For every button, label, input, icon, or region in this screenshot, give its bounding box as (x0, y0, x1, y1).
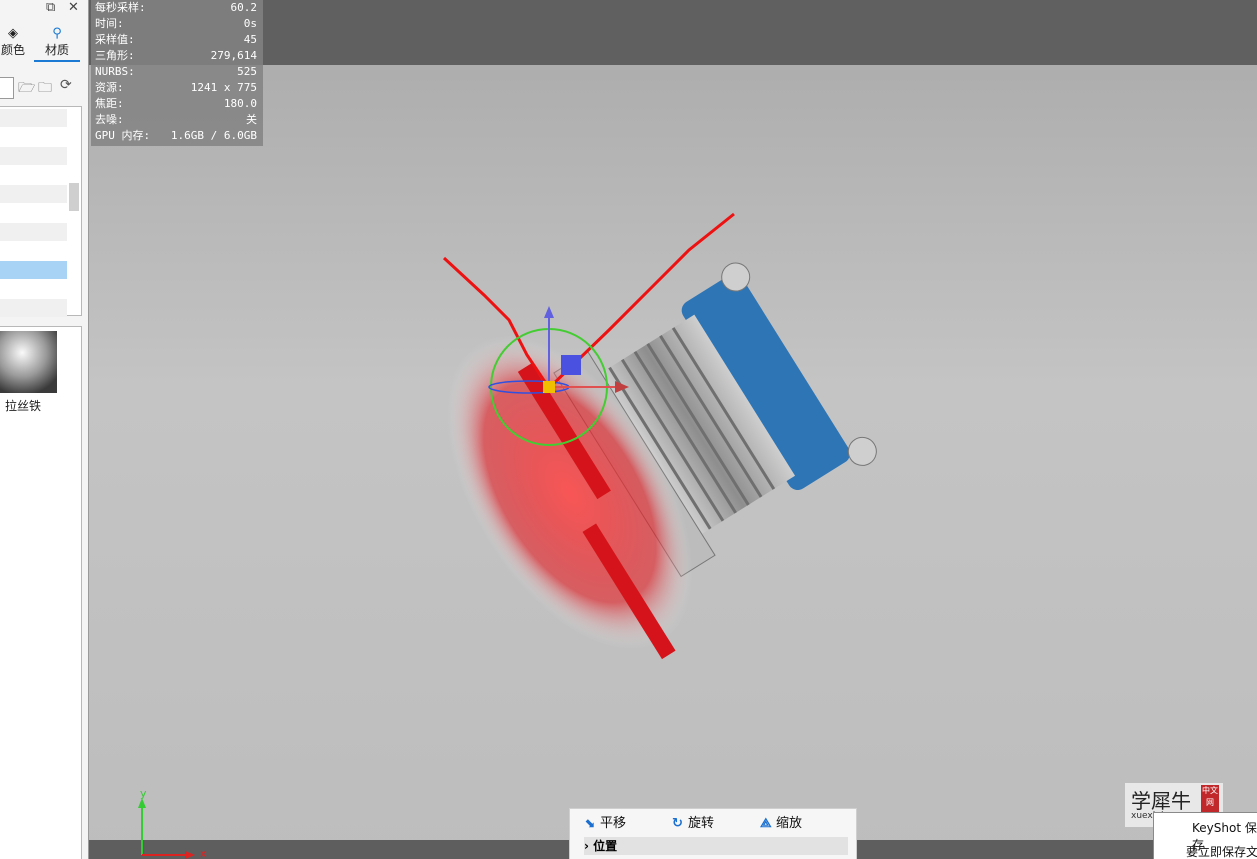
stat-value: 525 (237, 65, 257, 78)
world-axis-indicator: y x (138, 787, 207, 859)
stat-label: GPU 内存: (95, 129, 151, 142)
paint-bucket-icon: ◈ (8, 26, 18, 41)
render-stats-overlay: 每秒采样: 60.2 时间: 0s 采样值: 45 三角形: 279,614 NURBS… (91, 0, 263, 146)
gizmo-up-arrow[interactable] (544, 306, 554, 318)
material-thumbnails: 拉丝铁 (0, 326, 82, 859)
gizmo-plane-handle[interactable] (561, 355, 581, 375)
axis-x-label: x (200, 847, 207, 859)
stat-value: 关 (246, 113, 257, 126)
list-item[interactable] (0, 185, 67, 203)
stat-row: 资源: 1241 x 775 (91, 80, 263, 96)
stat-value: 60.2 (230, 1, 258, 14)
close-icon[interactable]: ✕ (68, 0, 79, 15)
material-thumbnail[interactable] (0, 331, 57, 393)
stat-value: 180.0 (223, 97, 257, 110)
stat-label: 时间: (95, 17, 124, 30)
stat-row: GPU 内存: 1.6GB / 6.0GB (91, 128, 263, 144)
list-scrollbar[interactable] (69, 183, 79, 211)
watermark-title: 学犀牛 (1131, 789, 1191, 813)
list-item[interactable] (0, 147, 67, 165)
library-folder-list[interactable] (0, 106, 82, 317)
axis-y-label: y (140, 787, 147, 800)
scene-render[interactable]: y x (89, 0, 1257, 859)
tab-color-label: 颜色 (0, 43, 25, 57)
stat-row: 时间: 0s (91, 16, 263, 32)
stat-value: 1241 x 775 (190, 81, 257, 94)
stat-label: 焦距: (95, 97, 124, 110)
stat-label: NURBS: (95, 65, 135, 78)
stat-value: 0s (243, 17, 257, 30)
stat-row: 焦距: 180.0 (91, 96, 263, 112)
translate-button[interactable]: ⬊ 平移 (584, 815, 626, 833)
stat-label: 三角形: (95, 49, 135, 62)
dialog-message: 要立即保存文 (1186, 845, 1257, 859)
keyshot-save-dialog: KeyShot 保存 要立即保存文 (1153, 812, 1257, 859)
tab-material-label: 材质 (44, 43, 69, 57)
chevron-right-icon: › (584, 839, 589, 853)
list-item[interactable] (0, 109, 67, 127)
render-viewport[interactable]: y x 每秒采样: 60.2 时间: 0s 采样值: 45 三角形: 279,614 N… (89, 0, 1257, 859)
stat-value: 1.6GB / 6.0GB (170, 129, 257, 142)
refresh-icon[interactable]: ⟳ (60, 77, 72, 93)
position-label: 位置 (593, 839, 618, 853)
tab-material[interactable]: ⚲ 材质 (34, 26, 80, 62)
stat-row: NURBS: 525 (91, 64, 263, 80)
rotate-icon: ↻ (672, 816, 683, 831)
stat-value: 279,614 (210, 49, 257, 62)
rotate-label: 旋转 (688, 816, 715, 831)
position-section-header[interactable]: › 位置 (584, 837, 848, 855)
list-item[interactable] (0, 299, 67, 317)
library-panel: ⧉ ✕ ◈ 颜色 ⚲ 材质 🗁 🗀 ⟳ 拉丝铁 (0, 0, 89, 859)
terminal-screw-bottom (847, 436, 877, 466)
list-item-selected[interactable] (0, 261, 67, 279)
library-search-input[interactable] (0, 77, 14, 99)
remove-folder-icon[interactable]: 🗀 (38, 77, 52, 101)
stat-value: 45 (243, 33, 257, 46)
stat-label: 采样值: (95, 33, 135, 46)
stat-row: 去噪: 关 (91, 112, 263, 128)
panel-window-controls: ⧉ ✕ (46, 0, 86, 16)
translate-label: 平移 (600, 816, 627, 831)
add-folder-icon[interactable]: 🗁 (18, 77, 35, 101)
restore-icon[interactable]: ⧉ (46, 0, 55, 15)
stat-label: 资源: (95, 81, 124, 94)
stat-label: 每秒采样: (95, 1, 146, 14)
scale-button[interactable]: ⟁ 缩放 (760, 815, 802, 833)
rotate-button[interactable]: ↻ 旋转 (672, 815, 714, 833)
stat-label: 去噪: (95, 113, 124, 126)
scale-label: 缩放 (776, 816, 803, 831)
gizmo-center[interactable] (543, 381, 555, 393)
stat-row: 每秒采样: 60.2 (91, 0, 263, 16)
material-name: 拉丝铁 (5, 399, 42, 413)
move-tool-panel: ⬊ 平移 ↻ 旋转 ⟁ 缩放 › 位置 (569, 808, 857, 859)
material-person-icon: ⚲ (52, 26, 62, 41)
stat-row: 采样值: 45 (91, 32, 263, 48)
list-item[interactable] (0, 223, 67, 241)
push-button-model[interactable] (396, 194, 911, 704)
stat-row: 三角形: 279,614 (91, 48, 263, 64)
tab-color[interactable]: ◈ 颜色 (0, 26, 28, 60)
translate-arrow-icon: ⬊ (584, 816, 595, 831)
scale-icon: ⟁ (760, 816, 772, 831)
